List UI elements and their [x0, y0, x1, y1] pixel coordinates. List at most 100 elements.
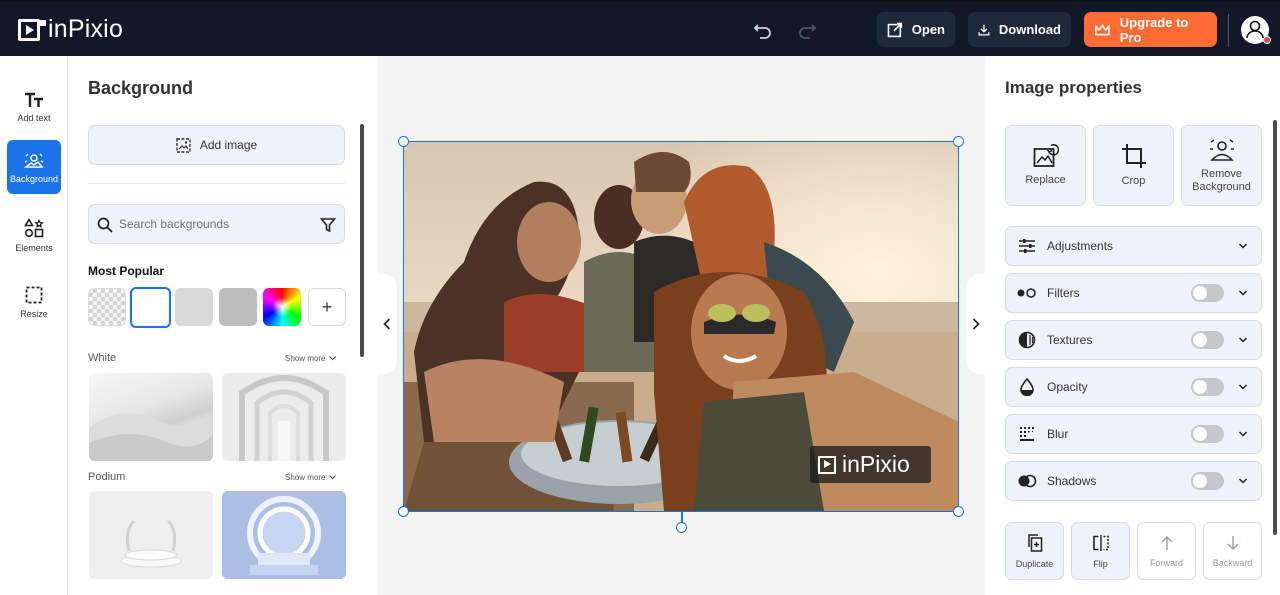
textures-toggle[interactable] [1191, 331, 1224, 349]
textures-label: Textures [1047, 333, 1093, 347]
shadows-toggle[interactable] [1191, 472, 1224, 490]
nav-add-text-label: Add text [17, 112, 51, 123]
plus-icon: + [321, 296, 333, 317]
divider [88, 183, 345, 184]
nav-resize[interactable]: Resize [7, 275, 61, 329]
bg-thumb-white-arches[interactable] [222, 373, 346, 461]
add-image-button[interactable]: Add image [88, 125, 345, 165]
resize-handle-bottom-left[interactable] [398, 506, 409, 517]
arrow-down-icon [1226, 535, 1239, 550]
forward-button[interactable]: Forward [1137, 522, 1196, 580]
shadows-icon [1018, 474, 1037, 488]
opacity-row[interactable]: Opacity [1005, 367, 1262, 407]
swatch-light-gray[interactable] [175, 288, 213, 326]
nav-elements[interactable]: Elements [7, 208, 61, 262]
swatch-color-picker[interactable] [263, 288, 301, 326]
search-icon [97, 217, 113, 233]
crop-button[interactable]: Crop [1093, 125, 1174, 206]
textures-icon [1018, 331, 1036, 349]
chevron-down-icon[interactable] [1238, 476, 1248, 486]
search-input[interactable] [119, 216, 309, 232]
backward-button[interactable]: Backward [1203, 522, 1262, 580]
show-more-podium[interactable]: Show more [285, 473, 337, 482]
drop-icon [1020, 378, 1034, 396]
nav-background[interactable]: Background [7, 140, 61, 194]
undo-icon[interactable] [752, 19, 774, 41]
bg-thumb-podium-white[interactable] [89, 491, 213, 579]
duplicate-button[interactable]: Duplicate [1005, 522, 1064, 580]
upgrade-button[interactable]: Upgrade to Pro [1084, 12, 1217, 47]
adjustments-label: Adjustments [1047, 239, 1114, 253]
divider [1228, 14, 1229, 47]
chevron-down-icon[interactable] [1238, 382, 1248, 392]
swatch-gray[interactable] [219, 288, 257, 326]
chevron-down-icon[interactable] [1238, 335, 1248, 345]
collapse-left-panel[interactable] [377, 274, 397, 374]
opacity-toggle[interactable] [1191, 378, 1224, 396]
nav-elements-label: Elements [15, 242, 53, 253]
selection-box[interactable] [403, 141, 959, 512]
nav-add-text[interactable]: Add text [7, 80, 61, 134]
swatch-white[interactable] [130, 287, 171, 328]
blur-row[interactable]: Blur [1005, 414, 1262, 454]
redo-icon[interactable] [796, 19, 818, 41]
most-popular-heading: Most Popular [88, 264, 165, 278]
rotate-handle[interactable] [676, 522, 687, 533]
open-external-icon [887, 22, 903, 37]
chevron-down-icon [329, 356, 337, 361]
resize-handle-top-left[interactable] [398, 136, 409, 147]
panel-title: Image properties [1005, 78, 1142, 97]
resize-handle-top-right[interactable] [953, 136, 964, 147]
forward-label: Forward [1149, 557, 1183, 568]
chevron-left-icon [383, 318, 391, 330]
image-properties-panel: Image properties Replace Crop Remove Bac… [985, 56, 1280, 595]
notification-dot [1263, 36, 1271, 44]
resize-handle-bottom-right[interactable] [953, 506, 964, 517]
nav-resize-label: Resize [20, 308, 48, 319]
replace-button[interactable]: Replace [1005, 125, 1086, 206]
crown-icon [1095, 23, 1110, 35]
download-button[interactable]: Download [968, 12, 1071, 47]
chevron-down-icon[interactable] [1238, 429, 1248, 439]
arrow-up-icon [1160, 535, 1173, 550]
chevron-down-icon[interactable] [1238, 288, 1248, 298]
adjustments-row[interactable]: Adjustments [1005, 226, 1262, 266]
duplicate-label: Duplicate [1015, 558, 1054, 569]
crop-label: Crop [1121, 175, 1146, 187]
flip-button[interactable]: Flip [1071, 522, 1130, 580]
show-more-label: Show more [285, 354, 326, 363]
filters-toggle[interactable] [1191, 284, 1224, 302]
nav-background-label: Background [9, 173, 59, 184]
shadows-row[interactable]: Shadows [1005, 461, 1262, 501]
blur-label: Blur [1047, 427, 1069, 441]
open-button[interactable]: Open [877, 12, 955, 47]
section-podium-label: Podium [88, 471, 126, 483]
bg-thumb-podium-blue[interactable] [222, 491, 346, 579]
remove-background-label: Remove Background [1192, 167, 1251, 193]
textures-row[interactable]: Textures [1005, 320, 1262, 360]
flip-icon [1092, 534, 1109, 551]
swatch-transparent[interactable] [88, 288, 126, 326]
panel-scrollbar[interactable] [360, 124, 364, 357]
user-avatar[interactable] [1241, 16, 1271, 44]
backward-label: Backward [1212, 557, 1253, 568]
bg-thumb-white-dunes[interactable] [89, 373, 213, 461]
remove-background-button[interactable]: Remove Background [1181, 125, 1262, 206]
top-bar: inPixio Open Download Upgrade to Pro [0, 0, 1280, 56]
section-white-label: White [88, 352, 117, 364]
properties-scrollbar[interactable] [1273, 120, 1277, 535]
remove-background-icon [1209, 138, 1234, 161]
blur-toggle[interactable] [1191, 425, 1224, 443]
replace-image-icon [1033, 144, 1059, 167]
filters-row[interactable]: Filters [1005, 273, 1262, 313]
text-icon [25, 92, 43, 107]
inpixio-logo[interactable]: inPixio [18, 15, 123, 44]
show-more-white[interactable]: Show more [285, 354, 337, 363]
brand-name: inPixio [48, 15, 124, 43]
filter-icon[interactable] [320, 217, 336, 233]
add-color-button[interactable]: + [308, 288, 346, 326]
collapse-right-panel[interactable] [966, 274, 986, 374]
chevron-down-icon [329, 475, 337, 480]
open-label: Open [911, 22, 945, 37]
add-image-icon [176, 137, 191, 153]
